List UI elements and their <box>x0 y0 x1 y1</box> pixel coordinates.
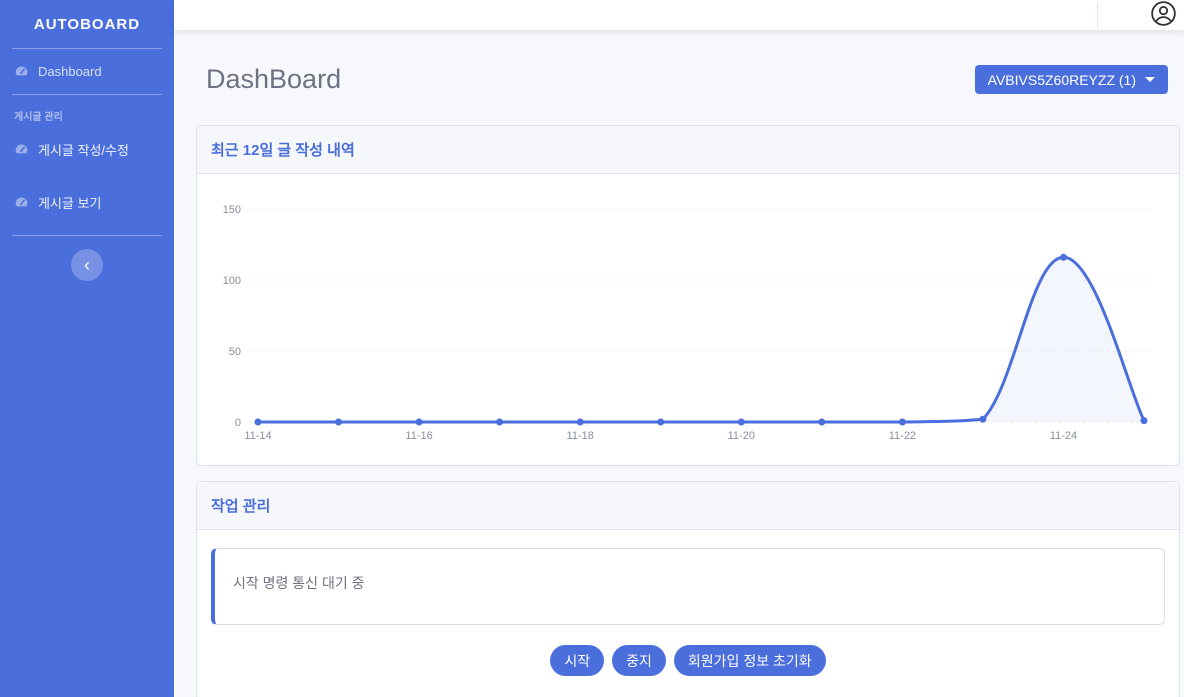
app-window: AUTOBOARD Dashboard 게시글 관리 게시글 작성/수정 게시글… <box>0 0 1184 697</box>
page-head: DashBoard AVBIVS5Z60REYZZ (1) <box>196 64 1180 95</box>
device-dropdown-label: AVBIVS5Z60REYZZ (1) <box>988 72 1136 88</box>
app-brand[interactable]: AUTOBOARD <box>0 0 174 48</box>
device-dropdown-button[interactable]: AVBIVS5Z60REYZZ (1) <box>975 65 1168 94</box>
sidebar-divider <box>12 235 162 236</box>
chevron-left-icon: ‹ <box>84 255 90 275</box>
caret-down-icon <box>1145 77 1155 82</box>
svg-text:11-24: 11-24 <box>1050 430 1077 442</box>
topbar-divider <box>1097 2 1098 28</box>
sidebar-item-post-view[interactable]: 게시글 보기 <box>0 178 174 227</box>
sidebar-collapse-button[interactable]: ‹ <box>71 249 103 281</box>
line-chart-svg: 0 50 100 150 11-14 11-16 11-18 11-20 11-22 11-24 <box>197 174 1179 465</box>
sidebar-item-dashboard[interactable]: Dashboard <box>0 49 174 94</box>
svg-text:11-22: 11-22 <box>889 430 916 442</box>
sidebar-item-label: Dashboard <box>38 64 102 79</box>
svg-text:50: 50 <box>229 346 241 358</box>
task-card-body: 시작 명령 통신 대기 중 시작 중지 회원가입 정보 초기화 <box>197 530 1179 697</box>
reset-signup-info-button[interactable]: 회원가입 정보 초기화 <box>674 645 826 676</box>
user-circle-icon <box>1150 0 1177 30</box>
topbar <box>174 0 1184 30</box>
task-card: 작업 관리 시작 명령 통신 대기 중 시작 중지 회원가입 정보 초기화 <box>196 481 1180 697</box>
posts-line-chart: 0 50 100 150 11-14 11-16 11-18 11-20 11-22 11-24 <box>197 174 1179 465</box>
tachometer-icon <box>14 64 29 79</box>
tachometer-icon <box>14 195 29 210</box>
status-message: 시작 명령 통신 대기 중 <box>233 575 364 591</box>
svg-text:150: 150 <box>223 204 241 216</box>
main-area: DashBoard AVBIVS5Z60REYZZ (1) 최근 12일 글 작… <box>174 0 1184 697</box>
chart-card-title: 최근 12일 글 작성 내역 <box>197 126 1179 174</box>
chart-card: 최근 12일 글 작성 내역 0 50 100 150 11-14 11-16 11-18 1… <box>196 125 1180 466</box>
sidebar-section-heading: 게시글 관리 <box>0 95 174 125</box>
stop-button[interactable]: 중지 <box>612 645 666 676</box>
sidebar: AUTOBOARD Dashboard 게시글 관리 게시글 작성/수정 게시글… <box>0 0 174 697</box>
svg-text:11-18: 11-18 <box>567 430 594 442</box>
task-buttons-row: 시작 중지 회원가입 정보 초기화 <box>211 645 1165 676</box>
sidebar-item-post-edit[interactable]: 게시글 작성/수정 <box>0 125 174 174</box>
sidebar-item-label: 게시글 작성/수정 <box>38 140 129 159</box>
svg-text:0: 0 <box>235 417 241 429</box>
status-message-box: 시작 명령 통신 대기 중 <box>211 548 1165 625</box>
sidebar-item-label: 게시글 보기 <box>38 193 101 212</box>
start-button[interactable]: 시작 <box>550 645 604 676</box>
user-menu-button[interactable] <box>1150 0 1177 30</box>
task-card-title: 작업 관리 <box>197 482 1179 530</box>
svg-text:11-14: 11-14 <box>244 430 271 442</box>
svg-text:100: 100 <box>223 275 241 287</box>
page-content: DashBoard AVBIVS5Z60REYZZ (1) 최근 12일 글 작… <box>174 30 1184 697</box>
svg-text:11-20: 11-20 <box>728 430 755 442</box>
page-title: DashBoard <box>206 64 341 95</box>
tachometer-icon <box>14 142 29 157</box>
svg-text:11-16: 11-16 <box>405 430 432 442</box>
